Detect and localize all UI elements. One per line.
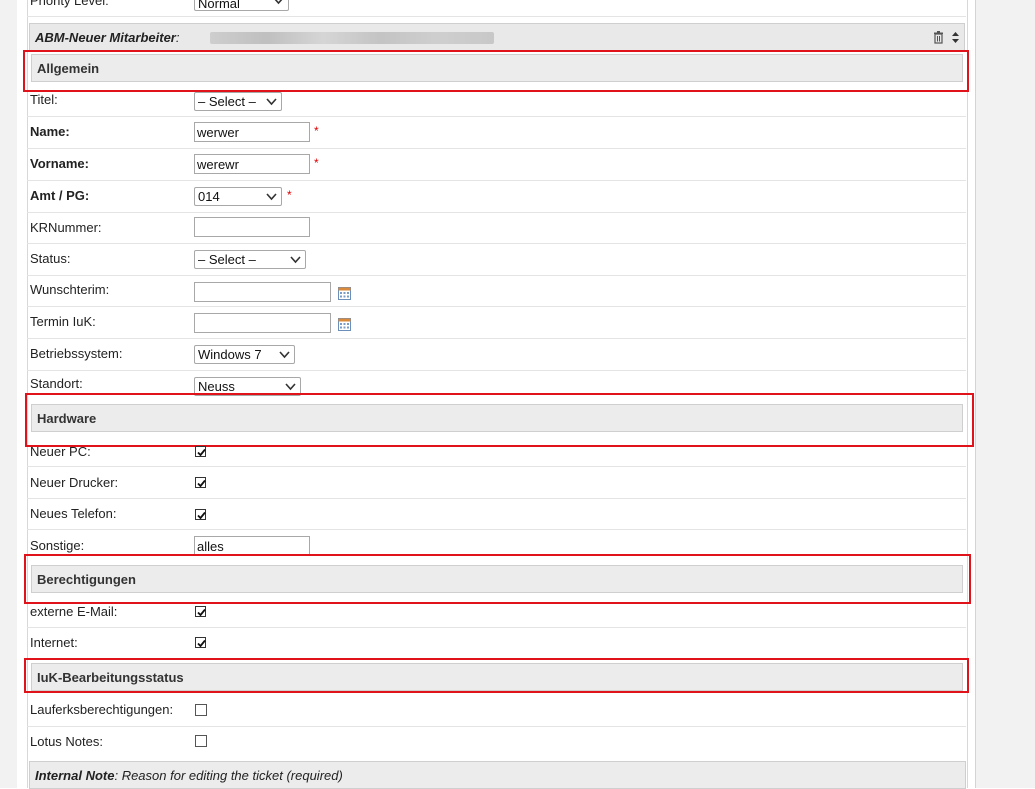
row-status: Status: – Select – — [27, 243, 966, 276]
krnummer-label: KRNummer: — [30, 220, 102, 235]
calendar-icon[interactable] — [338, 318, 351, 331]
lotus-checkbox[interactable] — [195, 735, 207, 747]
amt-label: Amt / PG: — [30, 188, 90, 203]
sort-arrows-icon[interactable] — [951, 31, 960, 44]
checkmark-icon — [197, 479, 206, 488]
priority-value: Normal — [198, 0, 240, 11]
ticket-header-bar: ABM-Neuer Mitarbeiter: — [29, 23, 965, 51]
chevron-down-icon — [274, 0, 283, 5]
checkmark-icon — [197, 511, 206, 520]
wunschterim-input[interactable] — [194, 282, 331, 302]
checkmark-icon — [197, 608, 206, 617]
row-neuer-drucker: Neuer Drucker: — [27, 466, 966, 499]
neuer-drucker-label: Neuer Drucker: — [30, 475, 119, 490]
laufwerk-checkbox[interactable] — [195, 704, 207, 716]
row-vorname: Vorname: * — [27, 148, 966, 181]
neuer-pc-checkbox[interactable] — [195, 446, 206, 457]
row-neuer-pc: Neuer PC: — [27, 434, 966, 467]
required-marker: * — [314, 156, 319, 170]
neues-telefon-label: Neues Telefon: — [30, 506, 117, 521]
row-name: Name: * — [27, 116, 966, 149]
vorname-label: Vorname: — [30, 156, 89, 171]
termin-iuk-input[interactable] — [194, 313, 331, 333]
row-sonstige: Sonstige: — [27, 529, 966, 556]
betriebssystem-select[interactable]: Windows 7 — [194, 345, 295, 364]
status-label: Status: — [30, 251, 71, 266]
standort-label: Standort: — [30, 376, 83, 391]
betriebssystem-label: Betriebssystem: — [30, 346, 123, 361]
internet-checkbox[interactable] — [195, 637, 206, 648]
termin-iuk-label: Termin IuK: — [30, 314, 96, 329]
name-label: Name: — [30, 124, 70, 139]
betriebssystem-value: Windows 7 — [198, 347, 262, 362]
externe-email-label: externe E-Mail: — [30, 604, 118, 619]
row-wunschterim: Wunschterim: — [27, 275, 966, 307]
row-krnummer: KRNummer: — [27, 212, 966, 244]
row-amt: Amt / PG: 014 * — [27, 180, 966, 213]
neuer-drucker-checkbox[interactable] — [195, 477, 206, 488]
checkmark-icon — [197, 448, 206, 457]
sonstige-input[interactable] — [194, 536, 310, 556]
internet-label: Internet: — [30, 635, 78, 650]
sonstige-label: Sonstige: — [30, 538, 85, 553]
row-internet: Internet: — [27, 627, 966, 657]
titel-value: – Select – — [198, 94, 256, 109]
neues-telefon-checkbox[interactable] — [195, 509, 206, 520]
internal-note-hint: : Reason for editing the ticket (require… — [114, 768, 343, 783]
ticket-title: ABM-Neuer Mitarbeiter: — [35, 30, 180, 45]
internal-note-label: Internal Note — [35, 768, 115, 783]
titel-select[interactable]: – Select – — [194, 92, 282, 111]
row-termin-iuk: Termin IuK: — [27, 306, 966, 339]
krnummer-input[interactable] — [194, 217, 310, 237]
calendar-icon[interactable] — [338, 287, 351, 300]
right-gutter — [975, 0, 1035, 788]
internal-note-bar: Internal Note: Reason for editing the ti… — [29, 761, 966, 789]
row-betriebssystem: Betriebssystem: Windows 7 — [27, 338, 966, 371]
standort-value: Neuss — [198, 379, 235, 394]
trash-icon[interactable] — [933, 31, 944, 44]
lotus-label: Lotus Notes: — [30, 734, 103, 749]
highlight-bearbeitungsstatus — [24, 658, 969, 693]
priority-label: Priority Level: — [30, 0, 109, 8]
chevron-down-icon — [290, 256, 301, 264]
status-select[interactable]: – Select – — [194, 250, 306, 269]
required-marker: * — [287, 188, 292, 202]
required-marker: * — [314, 124, 319, 138]
left-gutter — [0, 0, 17, 788]
priority-row: Priority Level: Normal — [27, 0, 966, 17]
laufwerk-label: Lauferksberechtigungen: — [30, 702, 174, 717]
internal-note-text: Internal Note: Reason for editing the ti… — [35, 768, 343, 783]
vorname-input[interactable] — [194, 154, 310, 174]
titel-label: Titel: — [30, 92, 58, 107]
chevron-down-icon — [285, 383, 296, 391]
amt-value: 014 — [198, 189, 220, 204]
externe-email-checkbox[interactable] — [195, 606, 206, 617]
neuer-pc-label: Neuer PC: — [30, 444, 91, 459]
checkmark-icon — [197, 639, 206, 648]
redacted-ticket-subject — [210, 32, 494, 44]
wunschterim-label: Wunschterim: — [30, 282, 110, 297]
priority-select[interactable]: Normal — [194, 0, 289, 11]
row-lotus: Lotus Notes: — [27, 726, 966, 756]
chevron-down-icon — [266, 98, 277, 106]
status-value: – Select – — [198, 252, 256, 267]
row-neues-telefon: Neues Telefon: — [27, 498, 966, 530]
row-externe-email: externe E-Mail: — [27, 596, 966, 628]
name-input[interactable] — [194, 122, 310, 142]
chevron-down-icon — [279, 351, 290, 359]
row-laufwerk: Lauferksberechtigungen: — [27, 694, 966, 727]
row-titel: Titel: – Select – — [27, 84, 966, 117]
chevron-down-icon — [266, 193, 277, 201]
amt-select[interactable]: 014 — [194, 187, 282, 206]
